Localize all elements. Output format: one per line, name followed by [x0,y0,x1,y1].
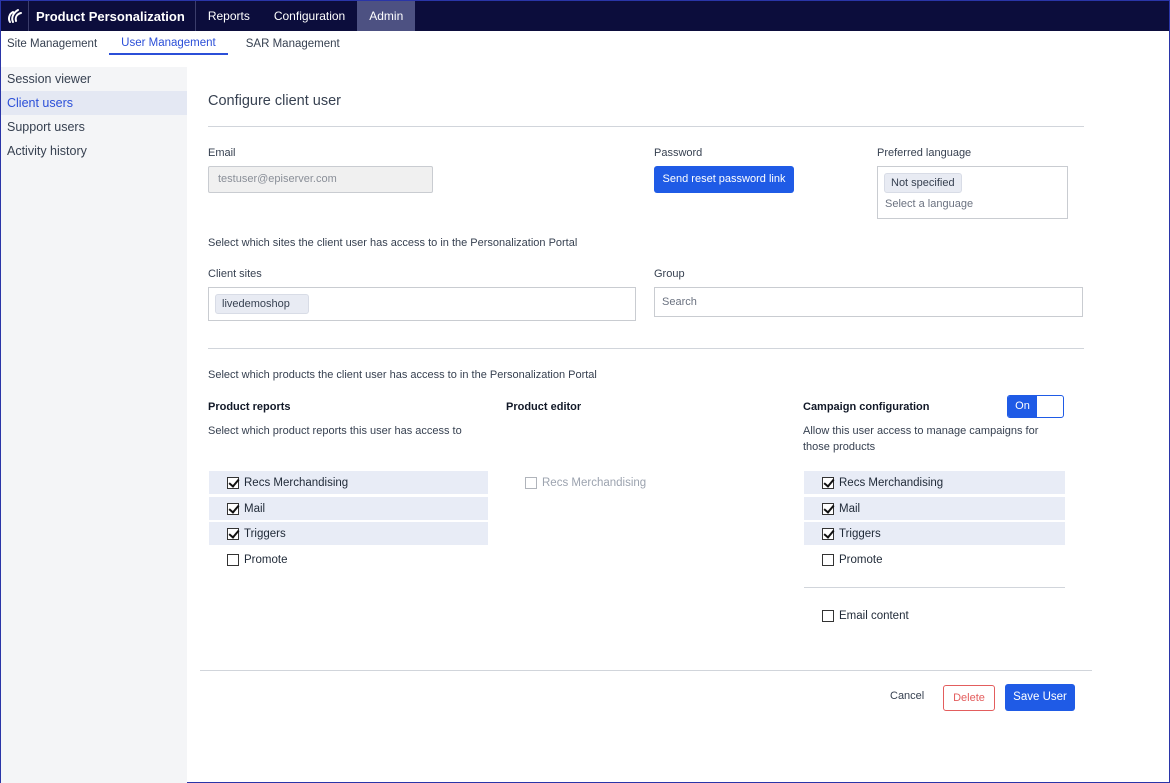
cancel-button[interactable]: Cancel [890,690,924,702]
group-search-input[interactable]: Search [654,287,1083,317]
product-reports-mail[interactable]: Mail [209,497,488,520]
preferred-language-label: Preferred language [877,147,972,159]
checkbox-unchecked-icon[interactable] [822,609,834,622]
divider [208,348,1084,349]
tab-user-management[interactable]: User Management [109,37,228,55]
campaign-configuration-desc-line1: Allow this user access to manage campaig… [803,425,1039,437]
sidebar: Session viewer Client users Support user… [1,67,187,783]
divider [208,126,1084,127]
language-placeholder: Select a language [885,198,974,210]
campaign-recs-merchandising[interactable]: Recs Merchandising [804,471,1065,494]
client-sites-label: Client sites [208,268,262,280]
checkbox-unchecked-icon[interactable] [227,553,239,566]
divider [804,587,1065,588]
checkbox-label: Promote [839,553,883,566]
checkbox-checked-icon[interactable] [822,502,834,515]
checkbox-label: Recs Merchandising [839,476,944,489]
checkbox-label: Recs Merchandising [542,476,647,489]
product-reports-triggers[interactable]: Triggers [209,522,488,545]
nav-configuration[interactable]: Configuration [262,1,357,31]
sidebar-item-session-viewer[interactable]: Session viewer [1,67,187,91]
tab-site-management[interactable]: Site Management [1,38,103,55]
checkbox-disabled-icon [525,476,537,489]
top-navigation-bar: Product Personalization Reports Configur… [1,1,1169,31]
product-editor-title: Product editor [506,401,582,413]
sub-tabs: Site Management User Management SAR Mana… [1,31,1169,55]
campaign-configuration-desc-line2: those products [803,441,876,453]
page-title: Configure client user [208,93,341,109]
checkbox-unchecked-icon[interactable] [822,553,834,566]
checkbox-label: Email content [839,609,909,622]
product-editor-recs-merchandising: Recs Merchandising [525,471,725,494]
checkbox-checked-icon[interactable] [227,527,239,540]
group-search-placeholder: Search [662,296,697,308]
product-reports-desc: Select which product reports this user h… [208,425,462,437]
sites-intro-text: Select which sites the client user has a… [208,237,578,249]
group-label: Group [654,268,685,280]
checkbox-label: Triggers [839,527,881,540]
send-reset-password-button[interactable]: Send reset password link [654,166,794,193]
product-reports-title: Product reports [208,401,291,413]
campaign-promote[interactable]: Promote [804,548,1065,571]
tab-sar-management[interactable]: SAR Management [240,38,346,55]
footer-divider [200,670,1092,671]
main-content: Configure client user Email testuser@epi… [187,55,1169,782]
checkbox-label: Triggers [244,527,286,540]
checkbox-checked-icon[interactable] [822,527,834,540]
checkbox-checked-icon[interactable] [227,476,239,489]
language-chip[interactable]: Not specified [884,173,962,193]
email-label: Email [208,147,236,159]
sidebar-item-client-users[interactable]: Client users [1,91,187,115]
campaign-configuration-toggle[interactable]: On [1007,395,1064,418]
sidebar-item-activity-history[interactable]: Activity history [1,139,187,163]
email-field: testuser@episerver.com [208,166,433,193]
products-intro-text: Select which products the client user ha… [208,369,597,381]
product-reports-recs-merchandising[interactable]: Recs Merchandising [209,471,488,494]
checkbox-checked-icon[interactable] [227,502,239,515]
toggle-on-label: On [1008,396,1037,417]
nav-admin[interactable]: Admin [357,1,416,31]
client-sites-select[interactable]: livedemoshop [208,287,636,321]
sidebar-item-support-users[interactable]: Support users [1,115,187,139]
preferred-language-select[interactable]: Not specified Select a language [877,166,1068,219]
save-user-button[interactable]: Save User [1005,684,1075,711]
checkbox-checked-icon[interactable] [822,476,834,489]
product-reports-promote[interactable]: Promote [209,548,488,571]
password-label: Password [654,147,703,159]
client-site-chip[interactable]: livedemoshop [215,294,309,314]
campaign-email-content[interactable]: Email content [804,604,1065,627]
checkbox-label: Mail [244,502,266,515]
nav-reports[interactable]: Reports [196,1,262,31]
delete-button[interactable]: Delete [943,685,995,711]
checkbox-label: Promote [244,553,288,566]
campaign-configuration-title: Campaign configuration [803,401,930,413]
app-logo-icon[interactable] [1,1,29,31]
checkbox-label: Mail [839,502,861,515]
campaign-triggers[interactable]: Triggers [804,522,1065,545]
campaign-mail[interactable]: Mail [804,497,1065,520]
app-title[interactable]: Product Personalization [29,1,196,31]
checkbox-label: Recs Merchandising [244,476,349,489]
